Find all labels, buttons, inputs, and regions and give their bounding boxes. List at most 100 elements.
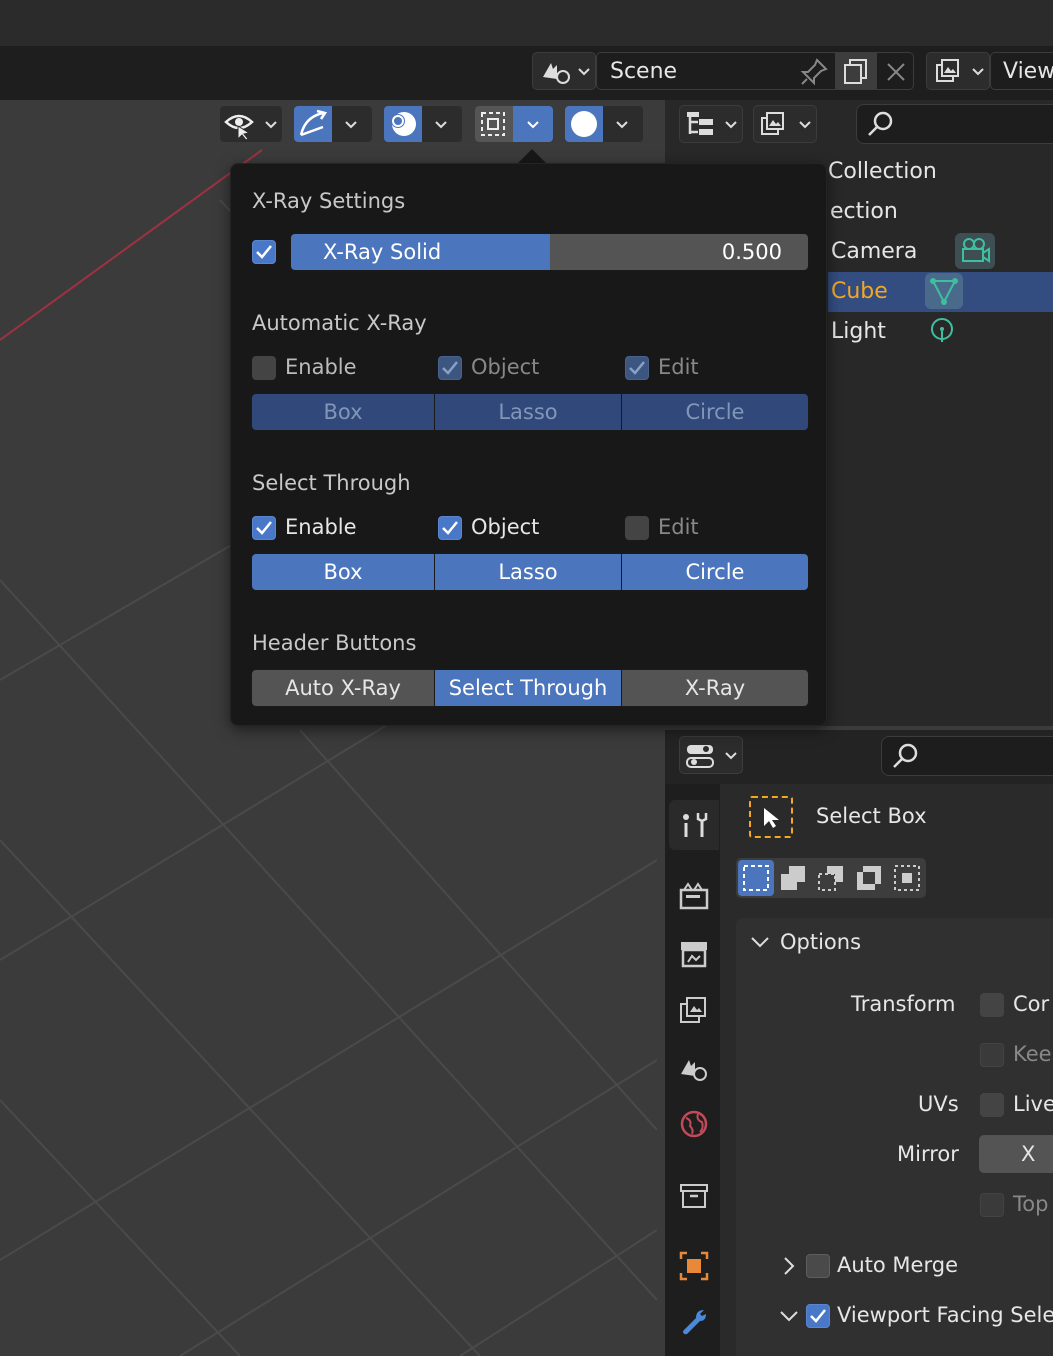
topology-mirror-checkbox[interactable]	[980, 1193, 1004, 1217]
select-extend-icon[interactable]	[777, 862, 809, 894]
outliner-row-cube[interactable]: Cube	[828, 272, 1053, 312]
eye-selectability-icon	[224, 114, 254, 140]
select-through-icon	[481, 112, 505, 136]
auto-xray-edit-checkbox[interactable]	[625, 356, 649, 380]
editor-type-dropdown[interactable]	[679, 736, 743, 774]
auto-merge-subpanel[interactable]: Auto Merge	[775, 1248, 1053, 1284]
header-select-through-button[interactable]: Select Through	[434, 669, 622, 707]
outliner-item-label: Cube	[831, 279, 888, 304]
viewport-facing-subpanel[interactable]: Viewport Facing Sele	[775, 1298, 1053, 1334]
scene-properties-icon[interactable]	[678, 1052, 710, 1084]
checkmark-icon	[442, 361, 458, 375]
viewport-facing-label: Viewport Facing Sele	[837, 1303, 1053, 1327]
chevron-down-icon	[345, 121, 357, 129]
chevron-down-icon	[799, 121, 811, 129]
auto-xray-object-checkbox[interactable]	[438, 356, 462, 380]
mesh-data-icon-box[interactable]	[925, 273, 963, 309]
options-panel-header[interactable]: Options	[736, 918, 1053, 966]
modifier-properties-icon[interactable]	[678, 1306, 710, 1338]
select-through-edit-checkbox[interactable]	[625, 516, 649, 540]
visibility-dropdown[interactable]	[219, 105, 283, 143]
xray-settings-heading: X-Ray Settings	[252, 189, 406, 213]
auto-xray-box-button[interactable]: Box	[251, 393, 435, 431]
chevron-down-icon	[616, 121, 628, 129]
xray-solid-slider[interactable]: X-Ray Solid 0.500	[290, 233, 809, 271]
outliner-item-label: Light	[831, 319, 886, 344]
chevron-down-icon	[527, 121, 539, 129]
checkmark-icon	[256, 245, 272, 259]
render-layers-icon	[761, 112, 784, 135]
close-icon[interactable]	[885, 61, 907, 83]
live-unwrap-checkbox[interactable]	[980, 1093, 1004, 1117]
overlays-toggle-button[interactable]	[384, 106, 422, 142]
display-mode-dropdown[interactable]	[679, 105, 743, 143]
xray-solid-toggle-checkbox[interactable]	[252, 240, 276, 264]
active-tool-name: Select Box	[816, 804, 927, 828]
solid-shading-button[interactable]	[565, 106, 603, 142]
output-properties-icon[interactable]	[678, 938, 710, 970]
render-properties-icon[interactable]	[678, 880, 710, 912]
scene-icon	[543, 63, 570, 84]
xray-dropdown[interactable]	[474, 105, 554, 143]
select-through-box-button[interactable]: Box	[251, 553, 435, 591]
chevron-down-icon	[780, 1311, 798, 1322]
xray-settings-chevron-button[interactable]	[513, 106, 553, 142]
filter-dropdown[interactable]	[753, 105, 817, 143]
world-properties-icon[interactable]	[678, 1108, 710, 1140]
select-through-circle-button[interactable]: Circle	[621, 553, 809, 591]
gizmo-toggle-button[interactable]	[294, 106, 332, 142]
mode-set-button[interactable]	[738, 860, 774, 896]
outliner-tree-icon	[687, 112, 713, 135]
chevron-down-icon	[972, 68, 984, 76]
gizmo-dropdown[interactable]	[293, 105, 373, 143]
chevron-down-icon	[578, 68, 590, 76]
overlays-dropdown[interactable]	[383, 105, 463, 143]
object-properties-icon[interactable]	[678, 1250, 710, 1282]
options-title: Options	[780, 930, 862, 954]
select-through-enable-checkbox[interactable]	[252, 516, 276, 540]
scene-name-field[interactable]: Scene	[596, 52, 914, 90]
correct-uvs-checkbox[interactable]	[980, 993, 1004, 1017]
auto-xray-edit-label: Edit	[658, 355, 699, 379]
live-unwrap-label: Live	[1013, 1092, 1053, 1116]
light-data-icon[interactable]	[927, 316, 957, 348]
checkmark-icon	[442, 521, 458, 535]
overlays-icon	[391, 112, 416, 136]
pin-icon[interactable]	[799, 57, 829, 87]
uvs-label: UVs	[918, 1092, 959, 1116]
mirror-x-button[interactable]: X	[979, 1135, 1053, 1173]
header-auto-xray-button[interactable]: Auto X-Ray	[251, 669, 435, 707]
view-layer-selector-button[interactable]	[926, 52, 990, 90]
new-scene-button[interactable]	[835, 53, 877, 89]
select-difference-icon[interactable]	[853, 862, 885, 894]
scene-selector-button[interactable]	[532, 52, 596, 90]
properties-search-input[interactable]	[881, 736, 1053, 776]
tab-tool[interactable]	[669, 800, 719, 850]
outliner-item-label: Collection	[828, 159, 937, 184]
header-xray-button[interactable]: X-Ray	[621, 669, 809, 707]
checkmark-icon	[256, 521, 272, 535]
scene-bar: Scene View	[0, 46, 1053, 100]
collection-properties-icon[interactable]	[678, 1180, 710, 1212]
select-through-lasso-button[interactable]: Lasso	[434, 553, 622, 591]
checkmark-icon	[810, 1309, 826, 1323]
shading-dropdown[interactable]	[564, 105, 644, 143]
auto-merge-checkbox[interactable]	[806, 1254, 830, 1278]
outliner-search-input[interactable]	[856, 104, 1053, 144]
chevron-down-icon	[725, 121, 737, 129]
select-through-object-checkbox[interactable]	[438, 516, 462, 540]
camera-data-icon-box[interactable]	[955, 233, 995, 269]
active-tool-icon-box[interactable]	[749, 796, 793, 838]
select-subtract-icon[interactable]	[815, 862, 847, 894]
view-layer-name-field[interactable]: View	[990, 52, 1053, 90]
select-intersect-icon[interactable]	[891, 862, 923, 894]
xray-toggle-button[interactable]	[475, 106, 513, 142]
auto-xray-circle-button[interactable]: Circle	[621, 393, 809, 431]
chevron-down-icon	[265, 121, 277, 129]
keep-connected-checkbox[interactable]	[980, 1043, 1004, 1067]
viewport-facing-checkbox[interactable]	[806, 1304, 830, 1328]
view-layer-properties-icon[interactable]	[678, 994, 710, 1026]
solid-shading-icon	[571, 111, 597, 137]
auto-xray-lasso-button[interactable]: Lasso	[434, 393, 622, 431]
auto-xray-enable-checkbox[interactable]	[252, 356, 276, 380]
